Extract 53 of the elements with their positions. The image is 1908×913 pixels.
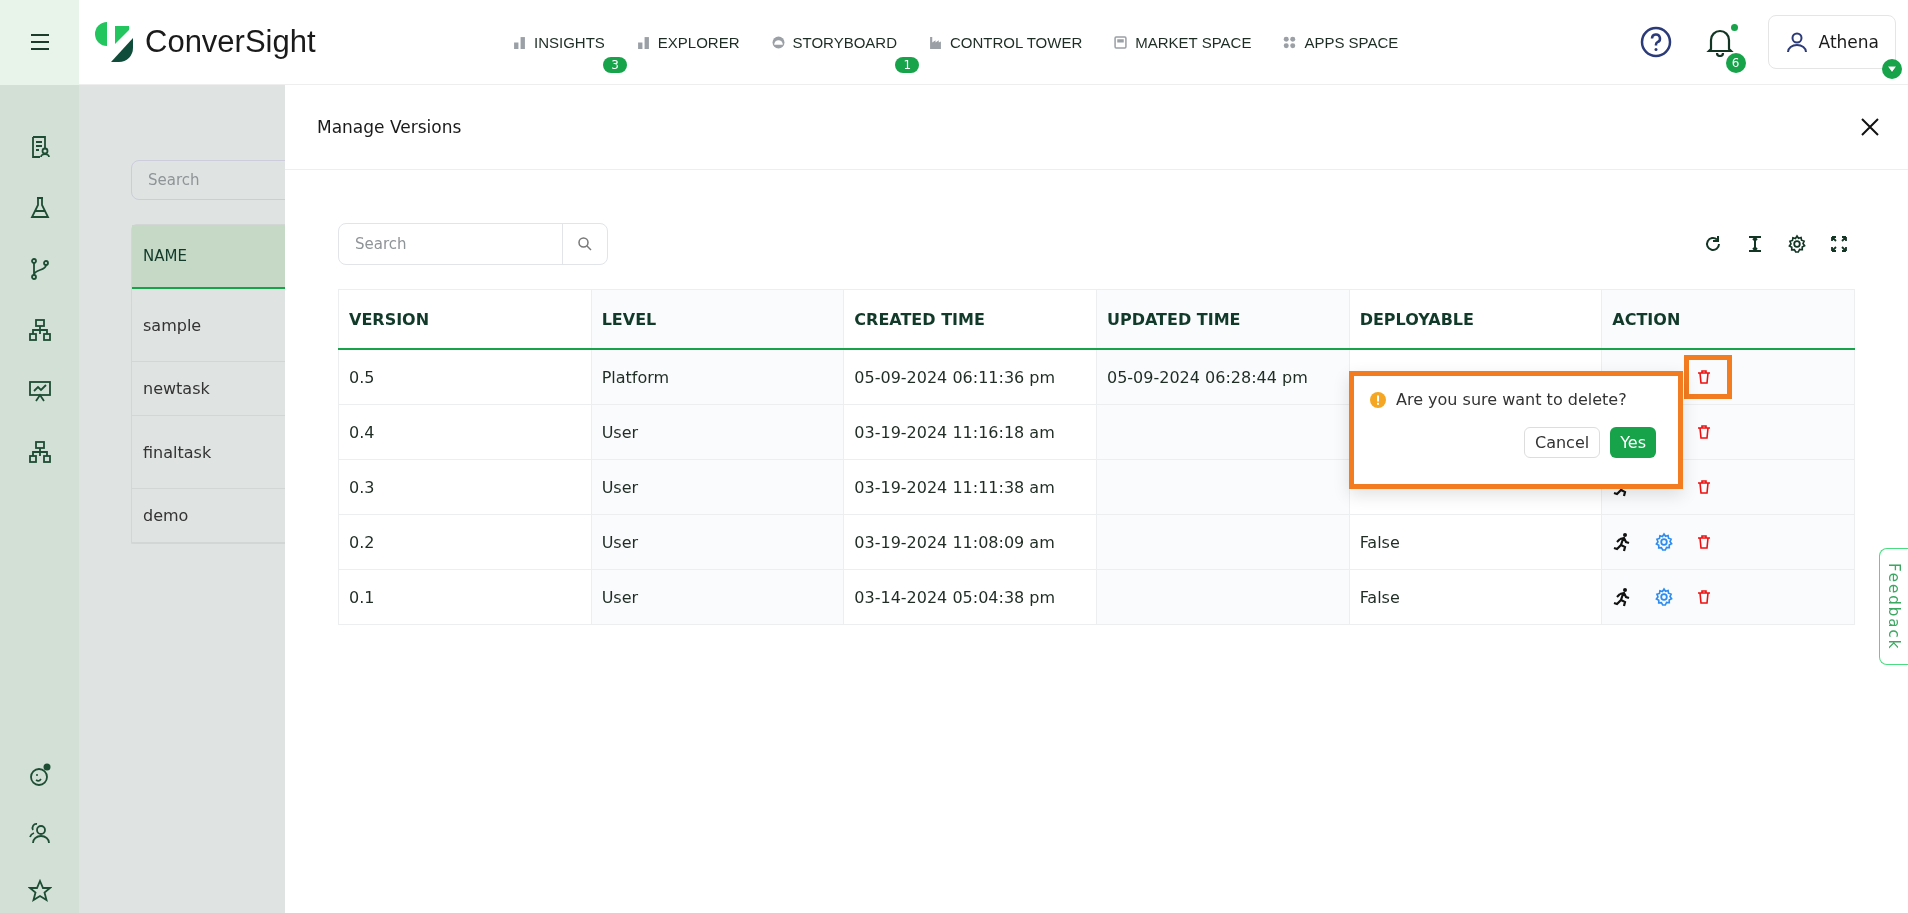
count-badge: 3 [603, 56, 627, 73]
nav-link[interactable]: MARKET SPACE [1114, 25, 1252, 59]
factory-icon [929, 35, 943, 49]
presentation-icon[interactable] [27, 379, 52, 403]
column-header: NAME [132, 225, 285, 289]
user-icon [1784, 30, 1809, 54]
search-icon [577, 236, 593, 252]
table-cell: False [1359, 532, 1400, 552]
count-badge: 6 [1725, 53, 1746, 73]
cancel-button[interactable]: Cancel [1523, 427, 1601, 458]
settings-icon[interactable] [1787, 234, 1807, 254]
hierarchy-icon[interactable] [27, 440, 52, 464]
users-icon[interactable] [27, 821, 52, 845]
smiley-icon[interactable] [27, 763, 52, 787]
drawer-title: Manage Versions [317, 117, 462, 137]
refresh-icon[interactable] [1703, 234, 1723, 254]
bar-chart-icon [513, 35, 526, 49]
gauge-icon [771, 35, 785, 49]
warning-icon [1370, 391, 1386, 408]
nav-link[interactable]: INSIGHTS [513, 25, 605, 59]
trash-icon[interactable] [1696, 424, 1713, 440]
table-cell: User [591, 569, 844, 625]
column-header: LEVEL [591, 289, 844, 349]
nav-link[interactable]: CONTROL TOWER [929, 25, 1083, 59]
table-cell: Platform [591, 349, 844, 405]
close-icon[interactable] [1860, 117, 1880, 137]
column-header: ACTION [1601, 289, 1855, 349]
star-icon[interactable] [27, 879, 52, 903]
brand-name: ConverSight [145, 24, 316, 60]
store-icon [1114, 35, 1128, 49]
trash-icon[interactable] [1696, 479, 1713, 495]
table-cell: 05-09-2024 06:28:44 pm [1106, 367, 1308, 387]
status-dot [1730, 24, 1738, 31]
table-cell: User [591, 514, 844, 570]
trash-icon[interactable] [1696, 589, 1713, 605]
hierarchy-icon[interactable] [27, 318, 52, 342]
column-header: UPDATED TIME [1096, 289, 1350, 349]
table-cell: False [1359, 587, 1400, 607]
confirm-message: Are you sure want to delete? [1396, 390, 1627, 409]
help-icon[interactable] [1639, 26, 1672, 58]
table-cell: User [591, 404, 844, 460]
nav-link[interactable]: STORYBOARD [771, 25, 898, 59]
count-badge: 1 [895, 56, 920, 73]
nav-link[interactable]: APPS SPACE [1283, 25, 1399, 59]
caret-icon [1882, 59, 1902, 79]
grid-icon [1283, 35, 1297, 49]
notification-bell-icon[interactable] [1705, 27, 1734, 57]
table-cell: User [591, 459, 844, 515]
trash-icon[interactable] [1696, 534, 1713, 550]
bar-chart-icon [636, 35, 650, 49]
nav-link[interactable]: EXPLORER [636, 25, 740, 59]
expand-icon[interactable] [1829, 234, 1849, 254]
trash-icon[interactable] [1696, 369, 1713, 385]
